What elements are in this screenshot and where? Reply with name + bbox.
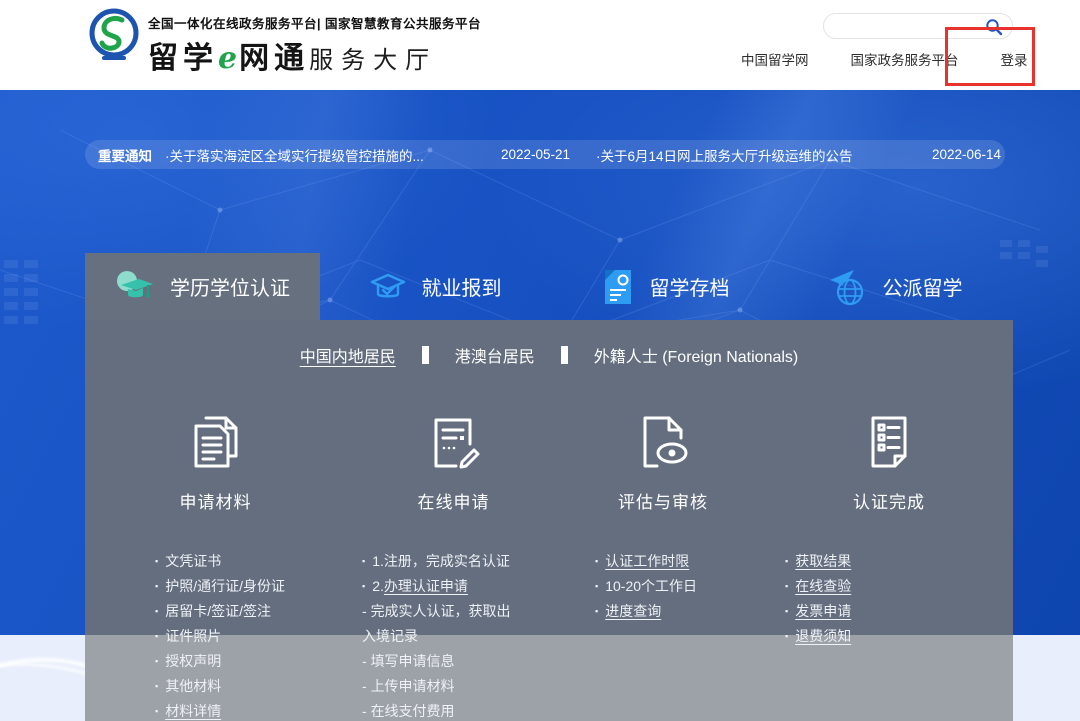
logo-swirl-icon — [88, 7, 140, 63]
process-steps: 申请材料 文凭证书 护照/通行证/身份证 居留卡/签证/签注 证件照片 授权声明… — [85, 410, 1013, 721]
list-subitem: 完成实人认证，获取出入境记录 — [362, 599, 521, 649]
nav-link-login[interactable]: 登录 — [1001, 49, 1028, 69]
tab-government-sponsored-study[interactable]: 公派留学 — [780, 253, 1010, 320]
notice-item[interactable]: ·关于落实海淀区全域实行提级管控措施的... 2022-05-21 — [165, 145, 596, 165]
subtab-separator — [422, 346, 429, 364]
search-input[interactable] — [836, 15, 986, 37]
tab-label: 留学存档 — [650, 272, 730, 301]
notice-date: 2022-06-14 — [932, 147, 1001, 162]
step-list: 获取结果 在线查验 发票申请 退费须知 — [765, 549, 1013, 649]
step-list: 文凭证书 护照/通行证/身份证 居留卡/签证/签注 证件照片 授权声明 其他材料… — [85, 549, 346, 721]
graduation-cap-teal-icon — [115, 269, 155, 305]
list-item-link: 2.办理认证申请 — [362, 574, 521, 599]
step-certification-complete: 认证完成 获取结果 在线查验 发票申请 退费须知 — [765, 410, 1013, 721]
step-title: 认证完成 — [853, 488, 925, 513]
documents-icon — [184, 410, 248, 474]
nav-link-gov-platform[interactable]: 国家政务服务平台 — [851, 49, 959, 69]
archive-document-icon — [601, 268, 635, 306]
step-application-materials: 申请材料 文凭证书 护照/通行证/身份证 居留卡/签证/签注 证件照片 授权声明… — [85, 410, 346, 721]
plane-globe-icon — [828, 268, 868, 306]
document-eye-icon — [631, 410, 695, 474]
step-list: 1.注册，完成实名认证 2.办理认证申请 完成实人认证，获取出入境记录 填写申请… — [346, 549, 561, 721]
list-subitem: 填写申请信息 — [362, 649, 521, 674]
subtab-separator — [561, 346, 568, 364]
list-item-link: 获取结果 — [785, 549, 1013, 574]
notice-date: 2022-05-21 — [501, 147, 570, 162]
step-title: 在线申请 — [418, 488, 490, 513]
list-item: 其他材料 — [155, 674, 346, 699]
platform-tagline: 全国一体化在线政务服务平台| 国家智慧教育公共服务平台 — [148, 13, 481, 32]
notice-title[interactable]: ·关于6月14日网上服务大厅升级运维的公告 — [596, 145, 853, 165]
list-item-link: 进度查询 — [595, 599, 765, 624]
notice-label: 重要通知 — [85, 145, 165, 165]
list-item: 1.注册，完成实名认证 — [362, 549, 521, 574]
step-list: 认证工作时限 10-20个工作日 进度查询 — [561, 549, 765, 624]
nav-link-cscse[interactable]: 中国留学网 — [741, 49, 809, 69]
list-item: 文凭证书 — [155, 549, 346, 574]
tab-label: 学历学位认证 — [170, 272, 290, 301]
search-box — [823, 13, 1013, 39]
list-item-link: 发票申请 — [785, 599, 1013, 624]
list-item: 授权声明 — [155, 649, 346, 674]
degree-certification-panel: 中国内地居民 港澳台居民 外籍人士 (Foreign Nationals) 申请… — [85, 320, 1013, 721]
list-item: 居留卡/签证/签注 — [155, 599, 346, 624]
tab-employment-registration[interactable]: 就业报到 — [320, 253, 550, 320]
resident-subtabs: 中国内地居民 港澳台居民 外籍人士 (Foreign Nationals) — [85, 343, 1013, 367]
search-icon[interactable] — [985, 18, 1003, 36]
subtab-mainland-residents[interactable]: 中国内地居民 — [300, 343, 396, 367]
step-online-application: 在线申请 1.注册，完成实名认证 2.办理认证申请 完成实人认证，获取出入境记录… — [346, 410, 561, 721]
list-item-link: 材料详情 — [155, 699, 346, 721]
list-subitem: 上传申请材料 — [362, 674, 521, 699]
brand-logo[interactable]: 全国一体化在线政务服务平台| 国家智慧教育公共服务平台 留学e网通服务大厅 — [88, 7, 481, 77]
step-title: 申请材料 — [180, 488, 252, 513]
subtab-foreign-nationals[interactable]: 外籍人士 (Foreign Nationals) — [594, 343, 799, 367]
list-item-link: 退费须知 — [785, 624, 1013, 649]
list-item: 10-20个工作日 — [595, 574, 765, 599]
service-tabs: 学历学位认证 就业报到 留学存档 公派留学 — [85, 253, 1010, 320]
step-evaluation-review: 评估与审核 认证工作时限 10-20个工作日 进度查询 — [561, 410, 765, 721]
graduation-cap-outline-icon — [369, 269, 407, 305]
subtab-hk-mo-tw-residents[interactable]: 港澳台居民 — [455, 343, 535, 367]
notice-title[interactable]: ·关于落实海淀区全域实行提级管控措施的... — [165, 145, 424, 165]
header: 全国一体化在线政务服务平台| 国家智慧教育公共服务平台 留学e网通服务大厅 中国… — [0, 0, 1080, 90]
step-title: 评估与审核 — [618, 488, 708, 513]
tab-label: 就业报到 — [422, 272, 502, 301]
form-edit-icon — [422, 410, 486, 474]
list-item-link: 在线查验 — [785, 574, 1013, 599]
top-nav: 中国留学网 国家政务服务平台 登录 — [741, 49, 1028, 69]
site-title: 留学e网通服务大厅 — [148, 33, 481, 77]
list-item: 证件照片 — [155, 624, 346, 649]
notice-bar: 重要通知 ·关于落实海淀区全域实行提级管控措施的... 2022-05-21 ·… — [85, 140, 1005, 169]
list-subitem: 在线支付费用 — [362, 699, 521, 721]
tab-study-abroad-archive[interactable]: 留学存档 — [550, 253, 780, 320]
list-item: 护照/通行证/身份证 — [155, 574, 346, 599]
tab-degree-certification[interactable]: 学历学位认证 — [85, 253, 320, 320]
notice-item[interactable]: ·关于6月14日网上服务大厅升级运维的公告 2022-06-14 — [596, 145, 1005, 165]
checklist-icon — [857, 410, 921, 474]
tab-label: 公派留学 — [883, 272, 963, 301]
list-item-link: 认证工作时限 — [595, 549, 765, 574]
